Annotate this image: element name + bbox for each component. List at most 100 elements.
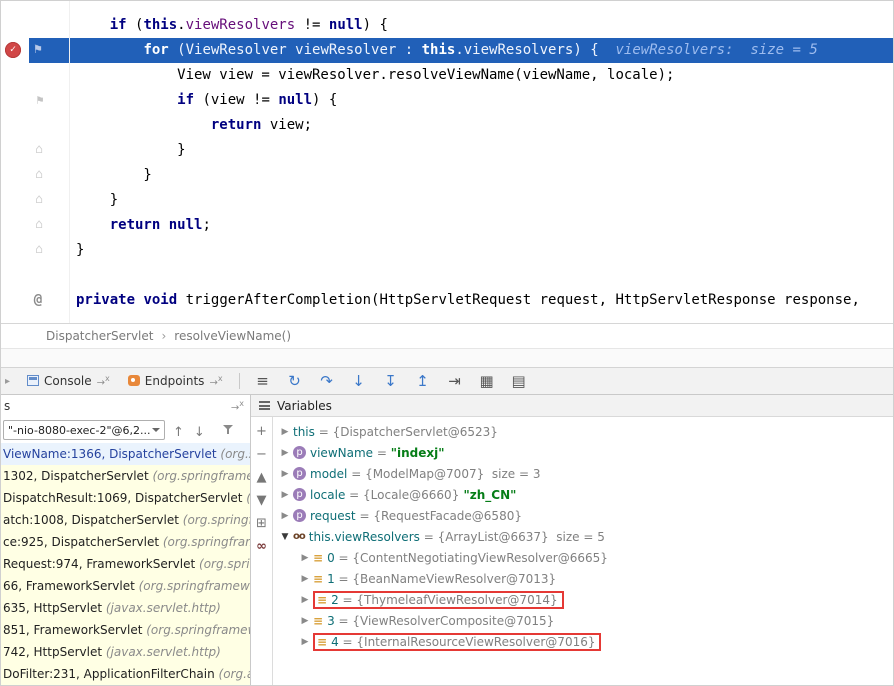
variable-value: {Locale@6660} (363, 488, 459, 502)
variable-row-locale[interactable]: ▶plocale = {Locale@6660} "zh_CN" (273, 484, 893, 505)
code-text: triggerAfterCompletion(HttpServletReques… (177, 292, 860, 308)
view-as-table-icon[interactable]: ▦ (476, 372, 498, 390)
code-line[interactable]: } (29, 188, 893, 213)
show-execution-point-icon[interactable]: ↻ (284, 372, 306, 390)
variable-text: viewName = "indexj" (310, 446, 444, 460)
thread-selector[interactable]: "-nio-8080-exec-2"@6,2... (3, 420, 165, 440)
stack-frame[interactable]: 851, FrameworkServlet (org.springframewo (1, 619, 250, 641)
expand-icon[interactable]: ▶ (277, 448, 293, 458)
variable-text: locale = {Locale@6660} "zh_CN" (310, 488, 516, 502)
force-step-into-icon[interactable]: ↧ (380, 372, 402, 390)
code-text (76, 17, 110, 33)
run-to-cursor-icon[interactable]: ⇥ (444, 372, 466, 390)
execution-line[interactable]: for (ViewResolver viewResolver : this.vi… (29, 38, 893, 63)
frame-down-icon[interactable]: ↓ (194, 425, 205, 440)
equals-sign: = (373, 446, 391, 460)
code-line[interactable]: } (29, 163, 893, 188)
expand-icon[interactable]: ▶ (297, 637, 313, 647)
move-watch-up-icon[interactable]: ▲ (257, 471, 267, 484)
stack-frame[interactable]: 1302, DispatcherServlet (org.springframe… (1, 465, 250, 487)
code-line[interactable]: private void triggerAfterCompletion(Http… (29, 288, 893, 313)
expand-icon[interactable]: ▶ (297, 616, 313, 626)
variable-row-0[interactable]: ▶≡0 = {ContentNegotiatingViewResolver@66… (273, 547, 893, 568)
code-line[interactable]: if (view != null) { (29, 88, 893, 113)
expand-icon[interactable]: ▶ (277, 511, 293, 521)
expand-icon[interactable]: ▶ (277, 427, 293, 437)
variable-row-model[interactable]: ▶pmodel = {ModelMap@7007} size = 3 (273, 463, 893, 484)
tab-pin-icon: →x (209, 374, 222, 388)
code-line[interactable]: } (29, 138, 893, 163)
stack-frame[interactable]: atch:1008, DispatcherServlet (org.spring… (1, 509, 250, 531)
tab-endpoints[interactable]: Endpoints→x (124, 372, 227, 390)
step-over-icon[interactable]: ↷ (316, 372, 338, 390)
code-line[interactable]: return view; (29, 113, 893, 138)
collapse-icon[interactable]: ▼ (277, 532, 293, 542)
variable-name: this.viewResolvers (309, 530, 420, 544)
duplicate-watch-icon[interactable]: ⊞ (256, 517, 267, 530)
stack-frame[interactable]: 635, HttpServlet (javax.servlet.http) (1, 597, 250, 619)
layout-settings-icon[interactable]: ▤ (508, 372, 530, 390)
breakpoint-icon[interactable]: ✓ (5, 42, 21, 58)
breadcrumb: DispatcherServlet › resolveViewName() (1, 323, 893, 349)
code-line[interactable]: if (this.viewResolvers != null) { (29, 13, 893, 38)
breadcrumb-class[interactable]: DispatcherServlet (46, 329, 153, 343)
house-icon: ⌂ (31, 217, 47, 233)
variable-row-this-viewresolvers[interactable]: ▼oothis.viewResolvers = {ArrayList@6637}… (273, 526, 893, 547)
bookmark-icon[interactable]: ⚑ (30, 42, 46, 58)
menu-icon[interactable] (259, 401, 270, 410)
variable-value: {RequestFacade@6580} (373, 509, 522, 523)
variable-row-viewname[interactable]: ▶pviewName = "indexj" (273, 442, 893, 463)
code-line[interactable]: View view = viewResolver.resolveViewName… (29, 63, 893, 88)
variable-row-3[interactable]: ▶≡3 = {ViewResolverComposite@7015} (273, 610, 893, 631)
code-line[interactable] (29, 263, 893, 288)
parameter-icon: p (293, 467, 306, 480)
filter-icon[interactable] (223, 425, 233, 435)
expand-icon[interactable]: ▶ (297, 595, 313, 605)
code-line[interactable]: } (29, 238, 893, 263)
frame-up-icon[interactable]: ↑ (173, 425, 184, 440)
stack-frame[interactable]: ce:925, DispatcherServlet (org.springfra… (1, 531, 250, 553)
code-line[interactable]: return null; (29, 213, 893, 238)
stack-frame[interactable]: 742, HttpServlet (javax.servlet.http) (1, 641, 250, 663)
stack-frames-list: ViewName:1366, DispatcherServlet (org.sp… (1, 443, 250, 686)
code-text: ; (202, 217, 210, 233)
code-text: } (76, 192, 118, 208)
add-watch-icon[interactable]: + (256, 425, 267, 438)
step-out-icon[interactable]: ↥ (412, 372, 434, 390)
variable-content: ≡1 = {BeanNameViewResolver@7013} (313, 571, 560, 587)
breadcrumb-method[interactable]: resolveViewName() (174, 329, 291, 343)
settings-menu-icon[interactable]: ≡ (252, 372, 274, 390)
expand-icon[interactable]: ▶ (297, 574, 313, 584)
variable-row-4[interactable]: ▶≡4 = {InternalResourceViewResolver@7016… (273, 631, 893, 652)
variable-row-this[interactable]: ▶this = {DispatcherServlet@6523} (273, 421, 893, 442)
remove-watch-icon[interactable]: − (256, 448, 267, 461)
stack-frame[interactable]: DoFilter:231, ApplicationFilterChain (or… (1, 663, 250, 685)
variable-name: 3 (327, 614, 335, 628)
code-editor[interactable]: if (this.viewResolvers != null) { for (V… (1, 1, 893, 323)
frame-location: 742, HttpServlet (3, 645, 106, 659)
frame-package: (org.springframewor (139, 579, 250, 593)
frames-panel: s →x "-nio-8080-exec-2"@6,2... ↑↓ ViewNa… (1, 395, 251, 686)
show-watches-icon[interactable]: ∞ (256, 540, 267, 553)
stack-frame[interactable]: 66, FrameworkServlet (org.springframewor (1, 575, 250, 597)
step-into-icon[interactable]: ↓ (348, 372, 370, 390)
debug-bottom-panels: s →x "-nio-8080-exec-2"@6,2... ↑↓ ViewNa… (1, 395, 893, 686)
stack-frame[interactable]: Request:974, FrameworkServlet (org.sprin… (1, 553, 250, 575)
expand-icon[interactable]: ▶ (277, 469, 293, 479)
code-area[interactable]: if (this.viewResolvers != null) { for (V… (1, 1, 893, 313)
tab-console[interactable]: Console→x (23, 372, 114, 390)
frame-package: (org.springframe (163, 535, 250, 549)
expand-icon[interactable]: ▶ (277, 490, 293, 500)
variable-text: 4 = {InternalResourceViewResolver@7016} (331, 635, 595, 649)
stack-frame[interactable]: DispatchResult:1069, DispatcherServlet (… (1, 487, 250, 509)
variable-value: {ViewResolverComposite@7015} (352, 614, 554, 628)
frame-location: DoFilter:231, ApplicationFilterChain (3, 667, 219, 681)
stack-frame[interactable]: ViewName:1366, DispatcherServlet (org.sp… (1, 443, 250, 465)
variable-row-request[interactable]: ▶prequest = {RequestFacade@6580} (273, 505, 893, 526)
variable-row-1[interactable]: ▶≡1 = {BeanNameViewResolver@7013} (273, 568, 893, 589)
variable-row-2[interactable]: ▶≡2 = {ThymeleafViewResolver@7014} (273, 589, 893, 610)
expand-icon[interactable]: ▶ (297, 553, 313, 563)
thread-selector-value: "-nio-8080-exec-2"@6,2... (8, 424, 151, 437)
frame-location: ViewName:1366, DispatcherServlet (3, 447, 220, 461)
move-watch-down-icon[interactable]: ▼ (257, 494, 267, 507)
